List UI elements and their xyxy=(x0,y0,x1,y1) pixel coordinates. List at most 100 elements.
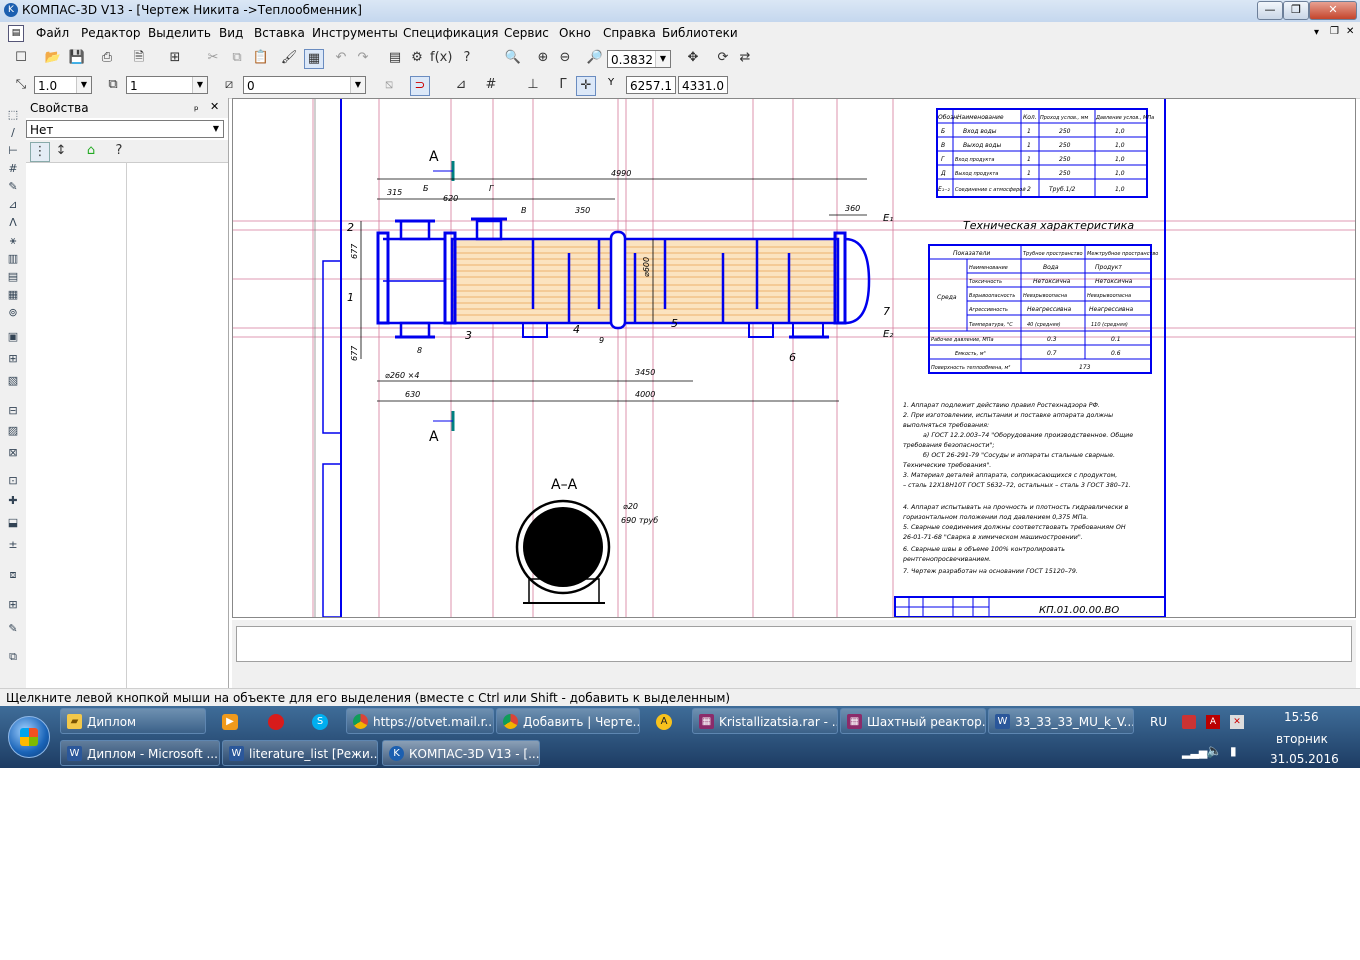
opera-icon[interactable] xyxy=(268,714,284,730)
object-selector[interactable]: Нет ▼ xyxy=(26,120,224,138)
volume-icon[interactable]: 🔈 xyxy=(1206,744,1222,759)
zoom-out-icon[interactable]: ⊖ xyxy=(556,49,574,67)
help-icon[interactable]: ? xyxy=(110,142,128,160)
menu-tools[interactable]: Инструменты xyxy=(312,26,398,40)
mdi-restore-button[interactable]: ❐ xyxy=(1330,26,1339,37)
round-icon[interactable]: Γ xyxy=(554,76,572,94)
scale-field[interactable]: 1.0 ▼ xyxy=(34,76,92,94)
cut-icon[interactable]: ✂ xyxy=(204,49,222,67)
save-icon[interactable]: 💾 xyxy=(68,49,86,67)
geometry-icon[interactable]: ∕ xyxy=(4,126,22,140)
media-player-icon[interactable]: ▶ xyxy=(222,714,238,730)
clock-day[interactable]: вторник xyxy=(1276,732,1328,746)
chevron-down-icon[interactable]: ▼ xyxy=(209,121,223,137)
avast-icon[interactable]: A xyxy=(656,714,672,730)
reports-icon[interactable]: ▦ xyxy=(4,288,22,302)
preview-icon[interactable]: 🗎 xyxy=(130,49,148,67)
panel-close-icon[interactable]: ✕ xyxy=(210,100,219,113)
start-button[interactable] xyxy=(8,716,50,758)
chevron-down-icon[interactable]: ▼ xyxy=(350,77,365,93)
undo-icon[interactable]: ↶ xyxy=(332,49,350,67)
tray-app-icon[interactable] xyxy=(1182,715,1196,729)
clock-time[interactable]: 15:56 xyxy=(1284,710,1319,724)
zoom-field[interactable]: 0.3832 ▼ xyxy=(607,50,671,68)
designations-icon[interactable]: # xyxy=(4,162,22,176)
properties-icon[interactable]: ⊞ xyxy=(166,49,184,67)
task-winrar-kristall[interactable]: ▦ Kristallizatsia.rar - ... xyxy=(692,708,838,734)
tool-f-icon[interactable]: ⊠ xyxy=(4,446,22,460)
menu-service[interactable]: Сервис xyxy=(504,26,549,40)
tool-n-icon[interactable]: ⧉ xyxy=(4,650,22,664)
menu-help[interactable]: Справка xyxy=(603,26,656,40)
zoom-scale-icon[interactable]: 🔎 xyxy=(586,49,604,67)
refresh-icon[interactable]: ⇄ xyxy=(736,49,754,67)
filter-icon[interactable]: ⌂ xyxy=(82,142,100,160)
ortho-icon[interactable]: ⊿ xyxy=(452,76,470,94)
menu-file[interactable]: Файл xyxy=(36,26,69,40)
device-icon[interactable]: ▮ xyxy=(1230,744,1237,758)
insert-icon[interactable]: ⊚ xyxy=(4,306,22,320)
task-chrome-add[interactable]: Добавить | Черте... xyxy=(496,708,640,734)
pin-icon[interactable]: ₚ xyxy=(194,100,199,113)
menu-insert[interactable]: Вставка xyxy=(254,26,305,40)
redo-icon[interactable]: ↷ xyxy=(354,49,372,67)
tool-g-icon[interactable]: ⊡ xyxy=(4,474,22,488)
task-word-diplom[interactable]: W Диплом - Microsoft ... xyxy=(60,740,220,766)
print-icon[interactable]: ⎙ xyxy=(98,49,116,67)
cursor-snap-icon[interactable]: ✛ xyxy=(576,76,596,96)
chevron-down-icon[interactable]: ▼ xyxy=(655,51,670,67)
pan-icon[interactable]: ✥ xyxy=(684,49,702,67)
language-indicator[interactable]: RU xyxy=(1150,715,1167,729)
tool-h-icon[interactable]: ✚ xyxy=(4,494,22,508)
task-winrar-reactor[interactable]: ▦ Шахтный реактор... xyxy=(840,708,986,734)
task-diplom-folder[interactable]: ▰ Диплом xyxy=(60,708,206,734)
redraw-icon[interactable]: ⟳ xyxy=(714,49,732,67)
zoom-window-icon[interactable]: 🔍 xyxy=(504,49,522,67)
tool-a-icon[interactable]: ▣ xyxy=(4,330,22,344)
chevron-down-icon[interactable]: ▼ xyxy=(76,77,91,93)
task-word-mu[interactable]: W 33_33_33_MU_k_V... xyxy=(988,708,1134,734)
tool-d-icon[interactable]: ⊟ xyxy=(4,404,22,418)
task-word-literature[interactable]: W literature_list [Режи... xyxy=(222,740,378,766)
mdi-minimize-button[interactable]: ▾ xyxy=(1314,27,1319,38)
libraries-icon[interactable]: ⚙ xyxy=(408,49,426,67)
paste-icon[interactable]: 📋 xyxy=(252,49,270,67)
tool-k-icon[interactable]: ⧈ xyxy=(4,568,22,582)
manager-icon[interactable]: ▦ xyxy=(304,49,324,69)
snap-magnet-icon[interactable]: ⊃ xyxy=(410,76,430,96)
network-icon[interactable]: ▂▃▅ xyxy=(1182,746,1207,759)
select-tool-icon[interactable]: ⬚ xyxy=(4,108,22,122)
menu-view[interactable]: Вид xyxy=(219,26,243,40)
parametrize-icon[interactable]: ⧅ xyxy=(380,76,398,94)
association-icon[interactable]: ▥ xyxy=(4,252,22,266)
dimensions-icon[interactable]: ⊢ xyxy=(4,144,22,158)
property-bar[interactable] xyxy=(236,626,1352,662)
menu-libraries[interactable]: Библиотеки xyxy=(662,26,738,40)
sort-alpha-icon[interactable]: ↕ xyxy=(52,142,70,160)
zoom-in-icon[interactable]: ⊕ xyxy=(534,49,552,67)
new-file-icon[interactable]: ☐ xyxy=(12,49,30,67)
clock-date[interactable]: 31.05.2016 xyxy=(1270,752,1339,766)
spec-icon[interactable]: ▤ xyxy=(4,270,22,284)
menu-window[interactable]: Окно xyxy=(559,26,591,40)
menu-spec[interactable]: Спецификация xyxy=(403,26,498,40)
drawing-svg[interactable]: 4990 315 Б 620 Г В 350 360 Е₁ Е₂ 3450 40… xyxy=(233,99,1355,618)
local-cs-icon[interactable]: ⊥ xyxy=(524,76,542,94)
restore-button[interactable]: ❐ xyxy=(1283,1,1309,20)
task-chrome-otvet[interactable]: https://otvet.mail.r... xyxy=(346,708,494,734)
measure-icon[interactable]: Λ xyxy=(4,216,22,230)
skype-icon[interactable]: S xyxy=(312,714,328,730)
layers-icon[interactable]: ▤ xyxy=(386,49,404,67)
sort-category-icon[interactable]: ⋮ xyxy=(30,142,50,162)
chevron-down-icon[interactable]: ▼ xyxy=(192,77,207,93)
tool-e-icon[interactable]: ▨ xyxy=(4,424,22,438)
variables-icon[interactable]: f(x) xyxy=(430,49,452,67)
copy-icon[interactable]: ⧉ xyxy=(228,49,246,67)
open-folder-icon[interactable]: 📂 xyxy=(44,49,62,67)
select-icon[interactable]: ⚹ xyxy=(4,234,22,248)
flash-icon[interactable]: ✕ xyxy=(1230,715,1244,729)
minimize-button[interactable]: — xyxy=(1257,1,1283,20)
tool-l-icon[interactable]: ⊞ xyxy=(4,598,22,612)
tool-m-icon[interactable]: ✎ xyxy=(4,622,22,636)
edit-icon[interactable]: ✎ xyxy=(4,180,22,194)
